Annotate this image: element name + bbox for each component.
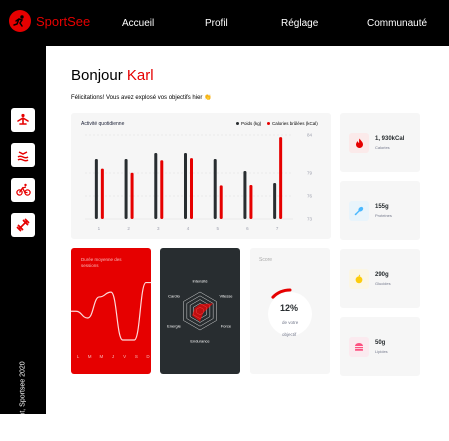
nav-profil[interactable]: Profil bbox=[205, 18, 228, 29]
activity-y-tick-label: 73 bbox=[307, 217, 313, 222]
activity-y-tick-label: 84 bbox=[307, 133, 313, 138]
chicken-icon bbox=[349, 201, 369, 221]
kpi-card-lipids: 50g Lipides bbox=[340, 317, 420, 376]
kpi-proteins-value: 155g bbox=[375, 204, 389, 210]
logo-text: SportSee bbox=[36, 13, 91, 29]
weight-bar bbox=[273, 183, 277, 219]
calories-bar bbox=[219, 185, 223, 219]
sidebar-swimming-button[interactable] bbox=[11, 143, 35, 167]
activity-bar-chart: 84 79 76 73 1 2 3 4 5 6 7 bbox=[85, 133, 313, 231]
performance-radar-chart: Intensité Vitesse Force Endurance Energie Car… bbox=[167, 279, 233, 344]
kpi-carbs-label: Glucides bbox=[375, 281, 391, 286]
nav-reglage[interactable]: Réglage bbox=[281, 18, 318, 29]
calories-bar bbox=[130, 172, 134, 219]
user-name: Karl bbox=[126, 67, 154, 84]
performance-card: Intensité Vitesse Force Endurance Energie Car… bbox=[160, 248, 240, 374]
radar-axis-label: Intensité bbox=[192, 279, 208, 284]
sessions-day-label: D bbox=[146, 354, 150, 359]
calories-bar bbox=[190, 158, 193, 219]
congratulation-message: Félicitations! Vous avez explosé vos obj… bbox=[71, 95, 212, 101]
sessions-line bbox=[71, 281, 151, 341]
radar-axis-label: Force bbox=[221, 324, 232, 329]
activity-x-tick-label: 5 bbox=[216, 226, 219, 231]
activity-x-tick-label: 1 bbox=[98, 226, 101, 231]
nav-accueil[interactable]: Accueil bbox=[122, 18, 154, 29]
sessions-day-label: S bbox=[135, 354, 138, 359]
kpi-calories-label: Calories bbox=[375, 145, 390, 150]
activity-x-tick-label: 3 bbox=[157, 226, 160, 231]
runner-logo-icon bbox=[9, 10, 31, 32]
score-caption-line-2: objectif bbox=[282, 332, 297, 337]
sidebar-yoga-button[interactable] bbox=[11, 108, 35, 132]
copyright-text: Copyright, Sportsee 2020 bbox=[19, 361, 27, 441]
kpi-carbs-value: 290g bbox=[375, 272, 389, 278]
activity-y-tick-label: 79 bbox=[307, 171, 313, 176]
average-sessions-card: Durée moyenne des sessions LMMJVSD bbox=[71, 248, 151, 374]
sidebar: Copyright, Sportsee 2020 bbox=[0, 46, 46, 441]
yoga-icon bbox=[17, 113, 29, 125]
page-title: Bonjour Karl bbox=[71, 67, 154, 84]
activity-x-tick-label: 2 bbox=[127, 226, 130, 231]
sessions-day-label: M bbox=[99, 354, 103, 359]
radar-axis-label: Endurance bbox=[190, 339, 210, 344]
weight-bar bbox=[213, 159, 217, 219]
sessions-day-label: L bbox=[77, 354, 80, 359]
kpi-lipids-label: Lipides bbox=[375, 349, 388, 354]
weight-bar bbox=[184, 153, 187, 219]
kpi-calories-value: 1, 930kCal bbox=[375, 136, 405, 142]
calories-bar bbox=[100, 168, 104, 219]
kpi-card-calories: 1, 930kCal Calories bbox=[340, 113, 420, 172]
activity-y-tick-label: 76 bbox=[307, 194, 313, 199]
kpi-proteins-label: Proteines bbox=[375, 213, 392, 218]
nav-communaute[interactable]: Communauté bbox=[367, 18, 427, 29]
score-card: Score 12% de votre objectif bbox=[250, 248, 330, 374]
sessions-day-label: M bbox=[88, 354, 92, 359]
sessions-day-label: J bbox=[112, 354, 114, 359]
fire-icon bbox=[349, 133, 369, 153]
cycling-icon bbox=[15, 183, 31, 196]
radar-axis-label: Energie bbox=[167, 324, 182, 329]
sessions-line-chart: LMMJVSD bbox=[71, 281, 151, 359]
activity-x-tick-label: 6 bbox=[246, 226, 249, 231]
kpi-card-carbs: 290g Glucides bbox=[340, 249, 420, 308]
score-inner-disc bbox=[268, 292, 312, 336]
sidebar-dumbbell-button[interactable] bbox=[11, 213, 35, 237]
activity-x-tick-label: 7 bbox=[276, 226, 279, 231]
score-percentage: 12% bbox=[280, 303, 299, 313]
kpi-lipids-value: 50g bbox=[375, 340, 386, 346]
swimming-icon bbox=[17, 151, 29, 162]
radar-axis-label: Vitesse bbox=[219, 294, 233, 299]
top-navigation-bar: SportSee Accueil Profil Réglage Communau… bbox=[0, 0, 449, 46]
weight-bar bbox=[94, 159, 98, 219]
weight-bar bbox=[243, 171, 247, 219]
dumbbell-icon bbox=[16, 218, 30, 232]
sessions-day-label: V bbox=[123, 354, 126, 359]
logo[interactable]: SportSee bbox=[9, 10, 90, 32]
weight-bar bbox=[154, 153, 158, 219]
radar-axis-label: Cardio bbox=[168, 294, 181, 299]
calories-bar bbox=[160, 160, 164, 219]
calories-bar bbox=[279, 137, 283, 219]
daily-activity-card: Activité quotidienne Poids (kg) Calories… bbox=[71, 113, 331, 239]
score-caption-line-1: de votre bbox=[282, 320, 299, 325]
apple-icon bbox=[349, 269, 369, 289]
greeting-hello: Bonjour bbox=[71, 67, 123, 84]
cheeseburger-icon bbox=[349, 337, 369, 357]
sidebar-cycling-button[interactable] bbox=[11, 178, 35, 202]
kpi-card-proteins: 155g Proteines bbox=[340, 181, 420, 240]
activity-x-tick-label: 4 bbox=[187, 226, 190, 231]
calories-bar bbox=[249, 184, 253, 219]
weight-bar bbox=[124, 159, 128, 219]
